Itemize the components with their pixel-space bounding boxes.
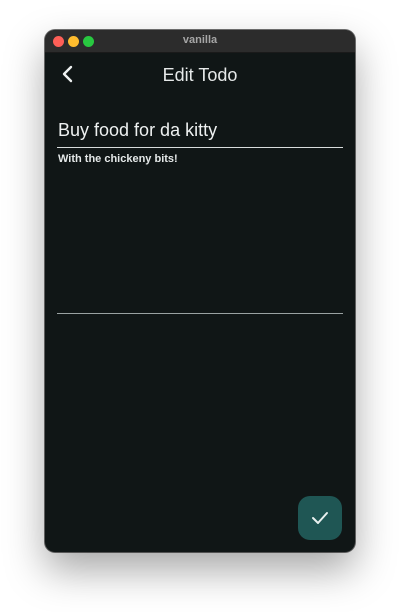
window-title: vanilla [182, 34, 218, 46]
app-window: vanilla Edit Todo Buy food for da kitty … [45, 30, 355, 552]
app-bar: Edit Todo [45, 53, 355, 99]
todo-description-input[interactable]: With the chickeny bits! [57, 153, 343, 314]
check-icon [312, 512, 328, 524]
save-button[interactable] [298, 496, 342, 540]
todo-title-input[interactable]: Buy food for da kitty [57, 117, 343, 148]
title-bar[interactable]: vanilla [45, 30, 355, 53]
page-title: Edit Todo [162, 65, 238, 85]
